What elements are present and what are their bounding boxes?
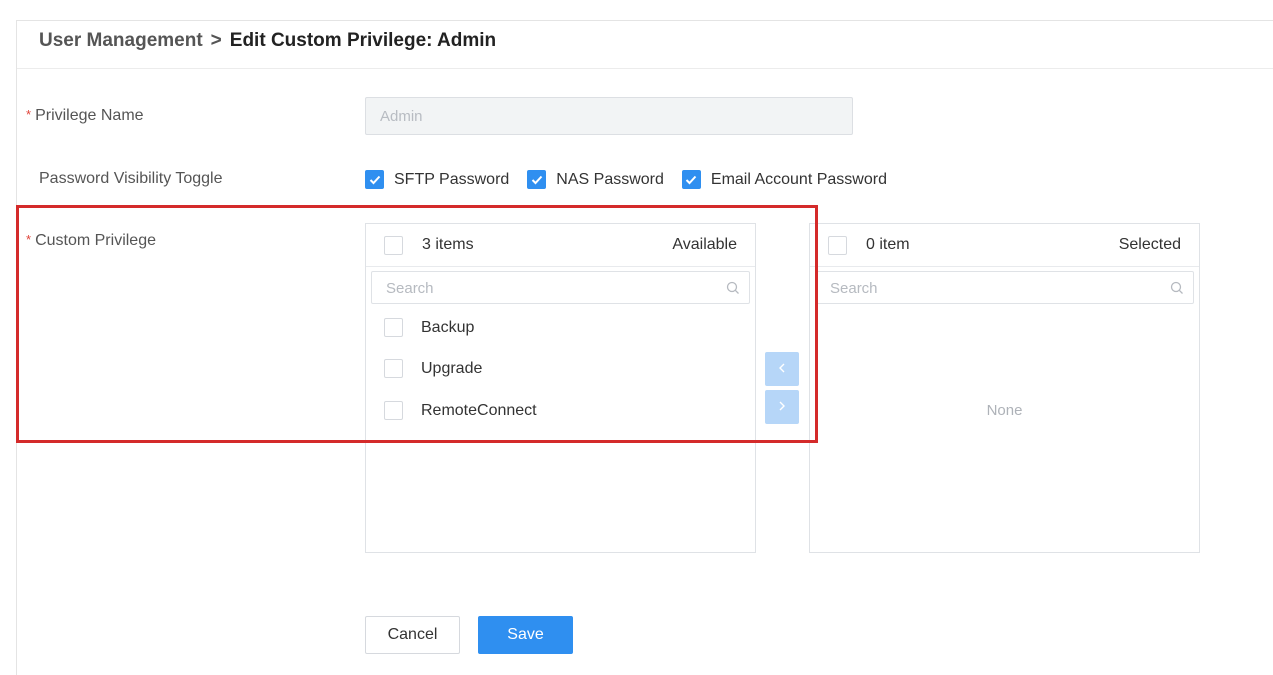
selected-title: Selected — [1118, 236, 1181, 253]
list-item-label: Backup — [421, 318, 475, 336]
selected-empty-text: None — [986, 402, 1023, 419]
save-button[interactable]: Save — [478, 616, 573, 654]
page-frame: User Management > Edit Custom Privilege: A… — [16, 20, 1273, 675]
breadcrumb-separator: > — [210, 30, 222, 51]
privilege-name-input[interactable] — [365, 97, 853, 135]
list-item-label: RemoteConnect — [421, 401, 537, 419]
chevron-left-icon — [778, 360, 786, 378]
available-item-remoteconnect[interactable]: RemoteConnect — [384, 401, 537, 420]
list-item-label: Upgrade — [421, 359, 483, 377]
selected-panel-header: 0 item Selected — [810, 224, 1199, 267]
selected-search — [815, 271, 1194, 304]
available-select-all-checkbox[interactable] — [384, 236, 403, 255]
available-item-upgrade[interactable]: Upgrade — [384, 359, 482, 378]
checkbox-checked-icon — [681, 170, 701, 189]
available-item-backup[interactable]: Backup — [384, 318, 474, 337]
selected-panel: 0 item Selected None — [809, 223, 1200, 553]
available-search — [371, 271, 750, 304]
checkbox-checked-icon — [527, 170, 547, 189]
breadcrumb: User Management > Edit Custom Privilege: A… — [39, 30, 496, 52]
search-icon — [726, 281, 740, 300]
selected-count: 0 item — [866, 236, 910, 253]
selected-search-input[interactable] — [830, 278, 1150, 298]
item-checkbox[interactable] — [384, 359, 403, 378]
custom-privilege-label-text: Custom Privilege — [35, 232, 156, 249]
page-header: User Management > Edit Custom Privilege: A… — [17, 21, 1273, 69]
email-account-password-checkbox[interactable]: Email Account Password — [681, 170, 887, 189]
available-search-input[interactable] — [386, 278, 706, 298]
item-checkbox[interactable] — [384, 318, 403, 337]
page-title: Edit Custom Privilege: Admin — [229, 30, 497, 51]
move-right-button[interactable] — [765, 390, 799, 424]
required-mark: * — [26, 107, 32, 122]
item-checkbox[interactable] — [384, 401, 403, 420]
breadcrumb-user-management[interactable]: User Management — [39, 30, 203, 51]
search-icon — [1170, 281, 1184, 300]
available-panel: 3 items Available Backup Upgrade RemoteC… — [365, 223, 756, 553]
chevron-right-icon — [778, 398, 786, 416]
nas-password-label: NAS Password — [556, 170, 664, 188]
email-account-password-label: Email Account Password — [710, 170, 887, 188]
selected-select-all-checkbox[interactable] — [828, 236, 847, 255]
move-left-button[interactable] — [765, 352, 799, 386]
sftp-password-label: SFTP Password — [394, 170, 510, 188]
cancel-button[interactable]: Cancel — [365, 616, 460, 654]
required-mark: * — [26, 232, 32, 247]
custom-privilege-label: * Custom Privilege — [26, 232, 156, 250]
password-visibility-options: SFTP Password NAS Password Email Account… — [365, 170, 905, 189]
nas-password-checkbox[interactable]: NAS Password — [527, 170, 664, 189]
checkbox-checked-icon — [365, 170, 384, 189]
available-panel-header: 3 items Available — [366, 224, 755, 267]
privilege-name-label-text: Privilege Name — [35, 107, 144, 124]
password-visibility-label: Password Visibility Toggle — [39, 170, 223, 187]
privilege-name-label: * Privilege Name — [26, 107, 144, 125]
available-title: Available — [672, 236, 737, 253]
available-count: 3 items — [422, 236, 474, 253]
sftp-password-checkbox[interactable]: SFTP Password — [365, 170, 509, 189]
